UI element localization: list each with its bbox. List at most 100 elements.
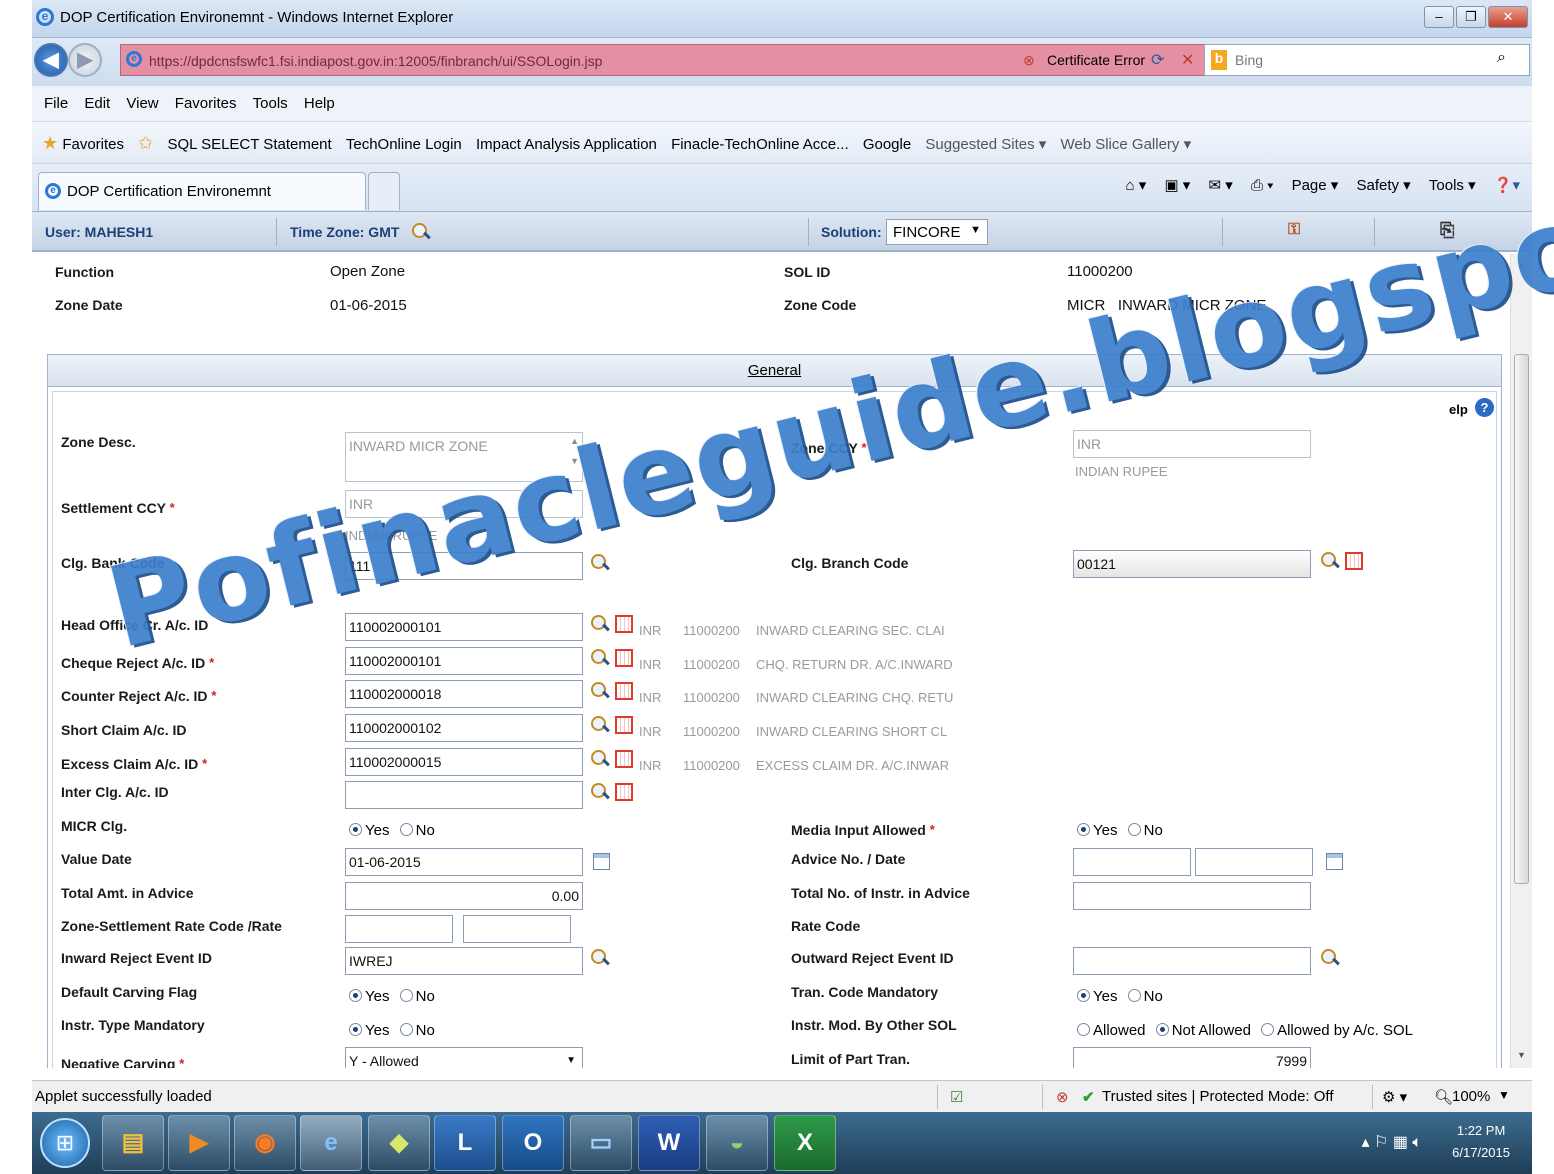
start-button[interactable]: ⊞ <box>40 1118 90 1168</box>
account-search-icon[interactable] <box>591 615 609 633</box>
volume-icon[interactable]: 🔈︎ <box>1412 1134 1422 1151</box>
network-icon[interactable]: ▦ <box>1393 1134 1408 1151</box>
menu-file[interactable]: File <box>44 95 68 112</box>
help-icon[interactable]: ❓▾ <box>1494 177 1520 194</box>
firefox-taskbar-icon[interactable]: ◉ <box>234 1115 296 1171</box>
close-button[interactable]: ✕ <box>1488 6 1528 28</box>
account-search-icon[interactable] <box>591 682 609 700</box>
outward-reject-search-icon[interactable] <box>1321 949 1339 967</box>
instr-type-yes-radio[interactable] <box>349 1023 362 1036</box>
fav-sql-select[interactable]: SQL SELECT Statement <box>167 136 331 153</box>
toad-taskbar-icon[interactable]: ◒ <box>706 1115 768 1171</box>
account-search-icon[interactable] <box>591 649 609 667</box>
system-clock[interactable]: 1:22 PM 6/17/2015 <box>1452 1120 1510 1164</box>
instr-mod-allowed-radio[interactable] <box>1077 1023 1090 1036</box>
show-hidden-icons[interactable]: ▴ <box>1362 1134 1370 1151</box>
scrollbar-thumb[interactable] <box>1514 354 1529 884</box>
media-player-taskbar-icon[interactable]: ▶ <box>168 1115 230 1171</box>
sticky-notes-taskbar-icon[interactable]: ◆ <box>368 1115 430 1171</box>
explorer-taskbar-icon[interactable]: ▤ <box>102 1115 164 1171</box>
inward-reject-input[interactable]: IWREJ <box>345 947 583 975</box>
protected-mode-icon[interactable]: ⚙ ▾ <box>1382 1088 1407 1106</box>
page-menu[interactable]: Page ▾ <box>1292 177 1339 194</box>
scroll-down-arrow[interactable]: ▼ <box>1517 1050 1526 1060</box>
popup-blocked-icon[interactable]: ⊗ <box>1056 1088 1069 1106</box>
account-list-icon[interactable] <box>615 649 633 667</box>
menu-favorites[interactable]: Favorites <box>175 95 237 112</box>
menu-edit[interactable]: Edit <box>84 95 110 112</box>
stop-icon[interactable]: ✕ <box>1181 50 1194 70</box>
minimize-button[interactable]: – <box>1424 6 1454 28</box>
default-carving-yes-radio[interactable] <box>349 989 362 1002</box>
maximize-button[interactable]: ❐ <box>1456 6 1486 28</box>
mail-icon[interactable]: ✉ ▾ <box>1209 177 1233 194</box>
rate-code-input[interactable] <box>345 915 453 943</box>
account-list-icon[interactable] <box>615 750 633 768</box>
value-date-calendar-icon[interactable] <box>593 853 610 870</box>
zone-desc-textarea[interactable]: INWARD MICR ZONE ▲ ▼ <box>345 432 583 482</box>
account-list-icon[interactable] <box>615 615 633 633</box>
fav-web-slice-gallery[interactable]: Web Slice Gallery ▾ <box>1060 135 1191 153</box>
total-instr-input[interactable] <box>1073 882 1311 910</box>
back-button[interactable]: ◀ <box>34 43 68 77</box>
total-amt-input[interactable]: 0.00 <box>345 882 583 910</box>
outward-reject-input[interactable] <box>1073 947 1311 975</box>
action-center-icon[interactable]: ⚐ <box>1374 1134 1388 1151</box>
account-search-icon[interactable] <box>591 716 609 734</box>
zone-ccy-input[interactable]: INR <box>1073 430 1311 458</box>
print-icon[interactable]: ⎙ ▾ <box>1251 177 1273 194</box>
url-text[interactable]: https://dpdcnsfswfc1.fsi.indiapost.gov.i… <box>149 53 602 69</box>
instr-mod-not-allowed-radio[interactable] <box>1155 1023 1169 1036</box>
clg-bank-search-icon[interactable] <box>591 554 609 572</box>
ie-taskbar-icon[interactable]: e <box>300 1115 362 1171</box>
word-taskbar-icon[interactable]: W <box>638 1115 700 1171</box>
account-input[interactable]: 110002000101 <box>345 647 583 675</box>
help-icon[interactable]: ? <box>1475 398 1494 417</box>
lync-taskbar-icon[interactable]: L <box>434 1115 496 1171</box>
fav-suggested-sites[interactable]: Suggested Sites ▾ <box>925 135 1046 153</box>
account-list-icon[interactable] <box>615 682 633 700</box>
zoom-icon[interactable]: 🔍︎ <box>1434 1088 1453 1106</box>
micr-clg-yes-radio[interactable] <box>349 823 362 836</box>
instr-mod-allowed-by-sol-radio[interactable] <box>1261 1023 1275 1036</box>
fav-google[interactable]: Google <box>863 136 911 153</box>
outlook-taskbar-icon[interactable]: O <box>502 1115 564 1171</box>
account-input[interactable]: 110002000018 <box>345 680 583 708</box>
search-box[interactable]: b Bing ⌕ <box>1204 44 1530 76</box>
scroll-up-arrow[interactable]: ▲ <box>1517 260 1526 270</box>
tran-code-no-radio[interactable] <box>1127 989 1141 1002</box>
inward-reject-search-icon[interactable] <box>591 949 609 967</box>
address-bar[interactable]: e https://dpdcnsfswfc1.fsi.indiapost.gov… <box>120 44 1230 76</box>
logout-icon[interactable]: ⎘ <box>1440 220 1454 241</box>
inter-clg-list-icon[interactable] <box>615 783 633 801</box>
tools-menu[interactable]: Tools ▾ <box>1429 177 1476 194</box>
refresh-icon[interactable]: ⟳ <box>1151 50 1164 70</box>
search-input[interactable]: Bing <box>1235 52 1263 68</box>
new-tab-button[interactable] <box>368 172 400 210</box>
forward-button[interactable]: ▶ <box>68 43 102 77</box>
account-input[interactable]: 110002000101 <box>345 613 583 641</box>
default-carving-no-radio[interactable] <box>399 989 413 1002</box>
account-input[interactable]: 110002000102 <box>345 714 583 742</box>
account-input[interactable]: 110002000015 <box>345 748 583 776</box>
feeds-icon[interactable]: ▣ ▾ <box>1164 177 1190 194</box>
safety-menu[interactable]: Safety ▾ <box>1356 177 1410 194</box>
zoom-dropdown-arrow[interactable]: ▼ <box>1498 1088 1510 1102</box>
limit-part-input[interactable]: 7999 <box>1073 1047 1311 1068</box>
page-scrollbar[interactable]: ▲ ▼ <box>1510 254 1532 1068</box>
clg-branch-list-icon[interactable] <box>1345 552 1363 570</box>
value-date-input[interactable]: 01-06-2015 <box>345 848 583 876</box>
fav-finacle-techonline[interactable]: Finacle-TechOnline Acce... <box>671 136 849 153</box>
advice-no-input[interactable] <box>1073 848 1191 876</box>
settlement-ccy-input[interactable]: INR <box>345 490 583 518</box>
menu-tools[interactable]: Tools <box>253 95 288 112</box>
home-icon[interactable]: ⌂ ▾ <box>1126 177 1147 194</box>
media-input-no-radio[interactable] <box>1127 823 1141 836</box>
rate-input[interactable] <box>463 915 571 943</box>
advice-date-input[interactable] <box>1195 848 1313 876</box>
add-favorite-icon[interactable]: ✩ <box>138 133 153 154</box>
certificate-error-button[interactable]: Certificate Error <box>1047 52 1145 68</box>
tab-dop-certification[interactable]: e DOP Certification Environemnt <box>38 172 366 210</box>
clg-branch-code-input[interactable]: 00121 <box>1073 550 1311 578</box>
fav-techonline-login[interactable]: TechOnline Login <box>346 136 462 153</box>
